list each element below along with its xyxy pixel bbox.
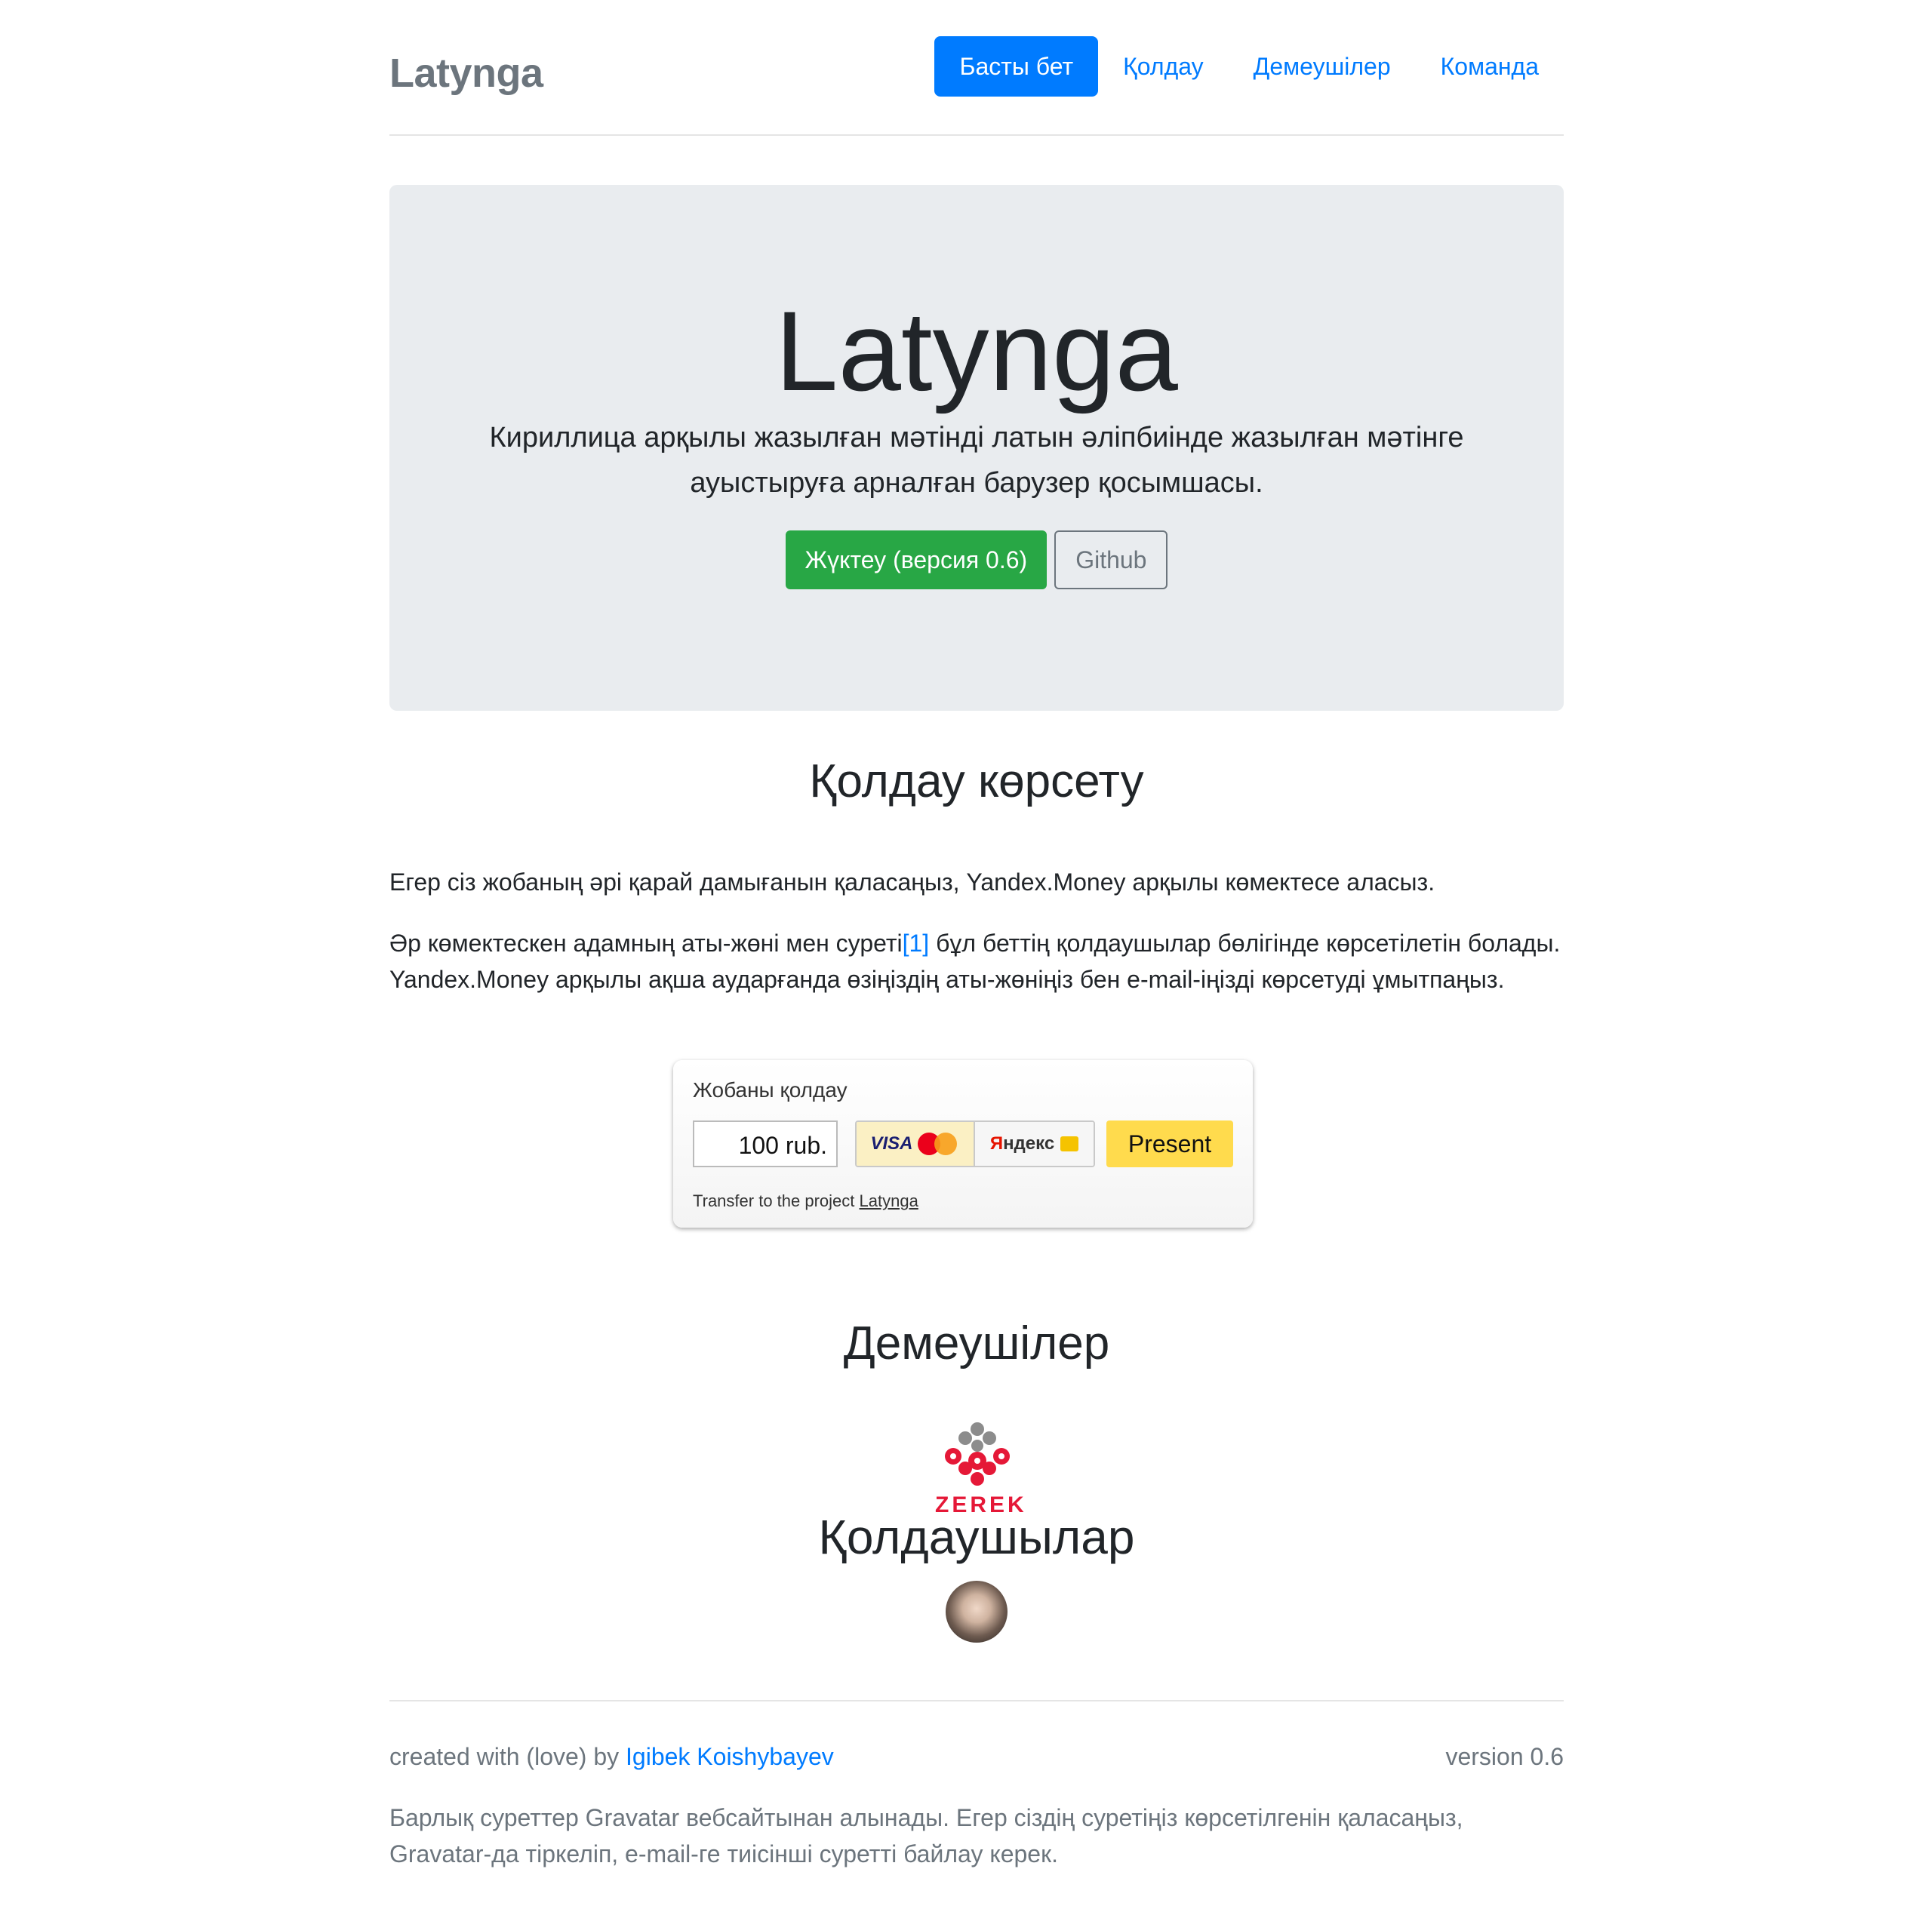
supporter-avatar[interactable] <box>946 1581 1008 1643</box>
nav-home[interactable]: Басты бет <box>934 36 1099 97</box>
card-payment-option[interactable]: VISA <box>857 1122 975 1166</box>
amount-input[interactable]: 100 rub. <box>693 1120 838 1167</box>
footer-divider <box>389 1700 1564 1701</box>
wallet-icon <box>1060 1136 1079 1151</box>
support-paragraph-1: Егер сіз жобаның әрі қарай дамығанын қал… <box>389 868 1435 896</box>
transfer-caption: Transfer to the project Latynga <box>693 1191 918 1210</box>
support-paragraph-2-start: Әр көмектескен адамның аты-жөні мен суре… <box>389 930 903 957</box>
hero-jumbotron: Latynga Кириллица арқылы жазылған мәтінд… <box>389 185 1564 711</box>
hero-lead: Кириллица арқылы жазылған мәтінді латын … <box>489 422 1464 499</box>
download-button[interactable]: Жүктеу (версия 0.6) <box>785 530 1048 589</box>
zerek-sponsor-logo[interactable]: ZEREK <box>935 1419 1024 1517</box>
visa-logo-icon: VISA <box>870 1133 913 1154</box>
widget-title: Жобаны қолдау <box>693 1078 848 1102</box>
support-heading: Қолдау көрсету <box>809 755 1144 807</box>
hero-buttons: Жүктеу (версия 0.6) Github <box>389 530 1564 589</box>
hero-title: Latynga <box>775 287 1178 414</box>
footer-credit: created with (love) by Igibek Koishybaye… <box>389 1743 834 1770</box>
author-link[interactable]: Igibek Koishybayev <box>626 1743 834 1770</box>
payment-method-selector: VISA Яндекс <box>855 1120 1095 1167</box>
nav-team[interactable]: Команда <box>1416 36 1564 97</box>
present-button[interactable]: Present <box>1106 1120 1233 1167</box>
zerek-emblem-icon <box>945 1422 1010 1486</box>
yandex-logo-icon: Яндекс <box>989 1133 1055 1154</box>
mastercard-logo-icon <box>917 1133 960 1155</box>
support-paragraph-2: Әр көмектескен адамның аты-жөні мен суре… <box>389 925 1564 997</box>
site-header: Latynga Басты бет Қолдау Демеушілер Кома… <box>389 0 1564 136</box>
nav-support[interactable]: Қолдау <box>1098 36 1229 97</box>
footer-note: Барлық суреттер Gravatar вебсайтынан алы… <box>389 1804 1463 1867</box>
brand-logo[interactable]: Latynga <box>389 50 543 97</box>
github-button[interactable]: Github <box>1054 530 1168 589</box>
main-nav: Басты бет Қолдау Демеушілер Команда <box>934 36 1564 97</box>
nav-sponsors[interactable]: Демеушілер <box>1229 36 1416 97</box>
yandex-money-widget: Жобаны қолдау 100 rub. VISA Яндекс Prese… <box>673 1060 1253 1228</box>
page-container: Latynga Басты бет Қолдау Демеушілер Кома… <box>389 0 1564 1867</box>
footnote-link[interactable]: [1] <box>903 930 930 957</box>
yandex-payment-option[interactable]: Яндекс <box>975 1122 1094 1166</box>
footer-version: version 0.6 <box>1445 1743 1564 1770</box>
sponsors-heading: Демеушілер <box>843 1317 1110 1369</box>
supporters-heading: Қолдаушылар <box>818 1510 1135 1564</box>
project-link[interactable]: Latynga <box>860 1191 918 1210</box>
